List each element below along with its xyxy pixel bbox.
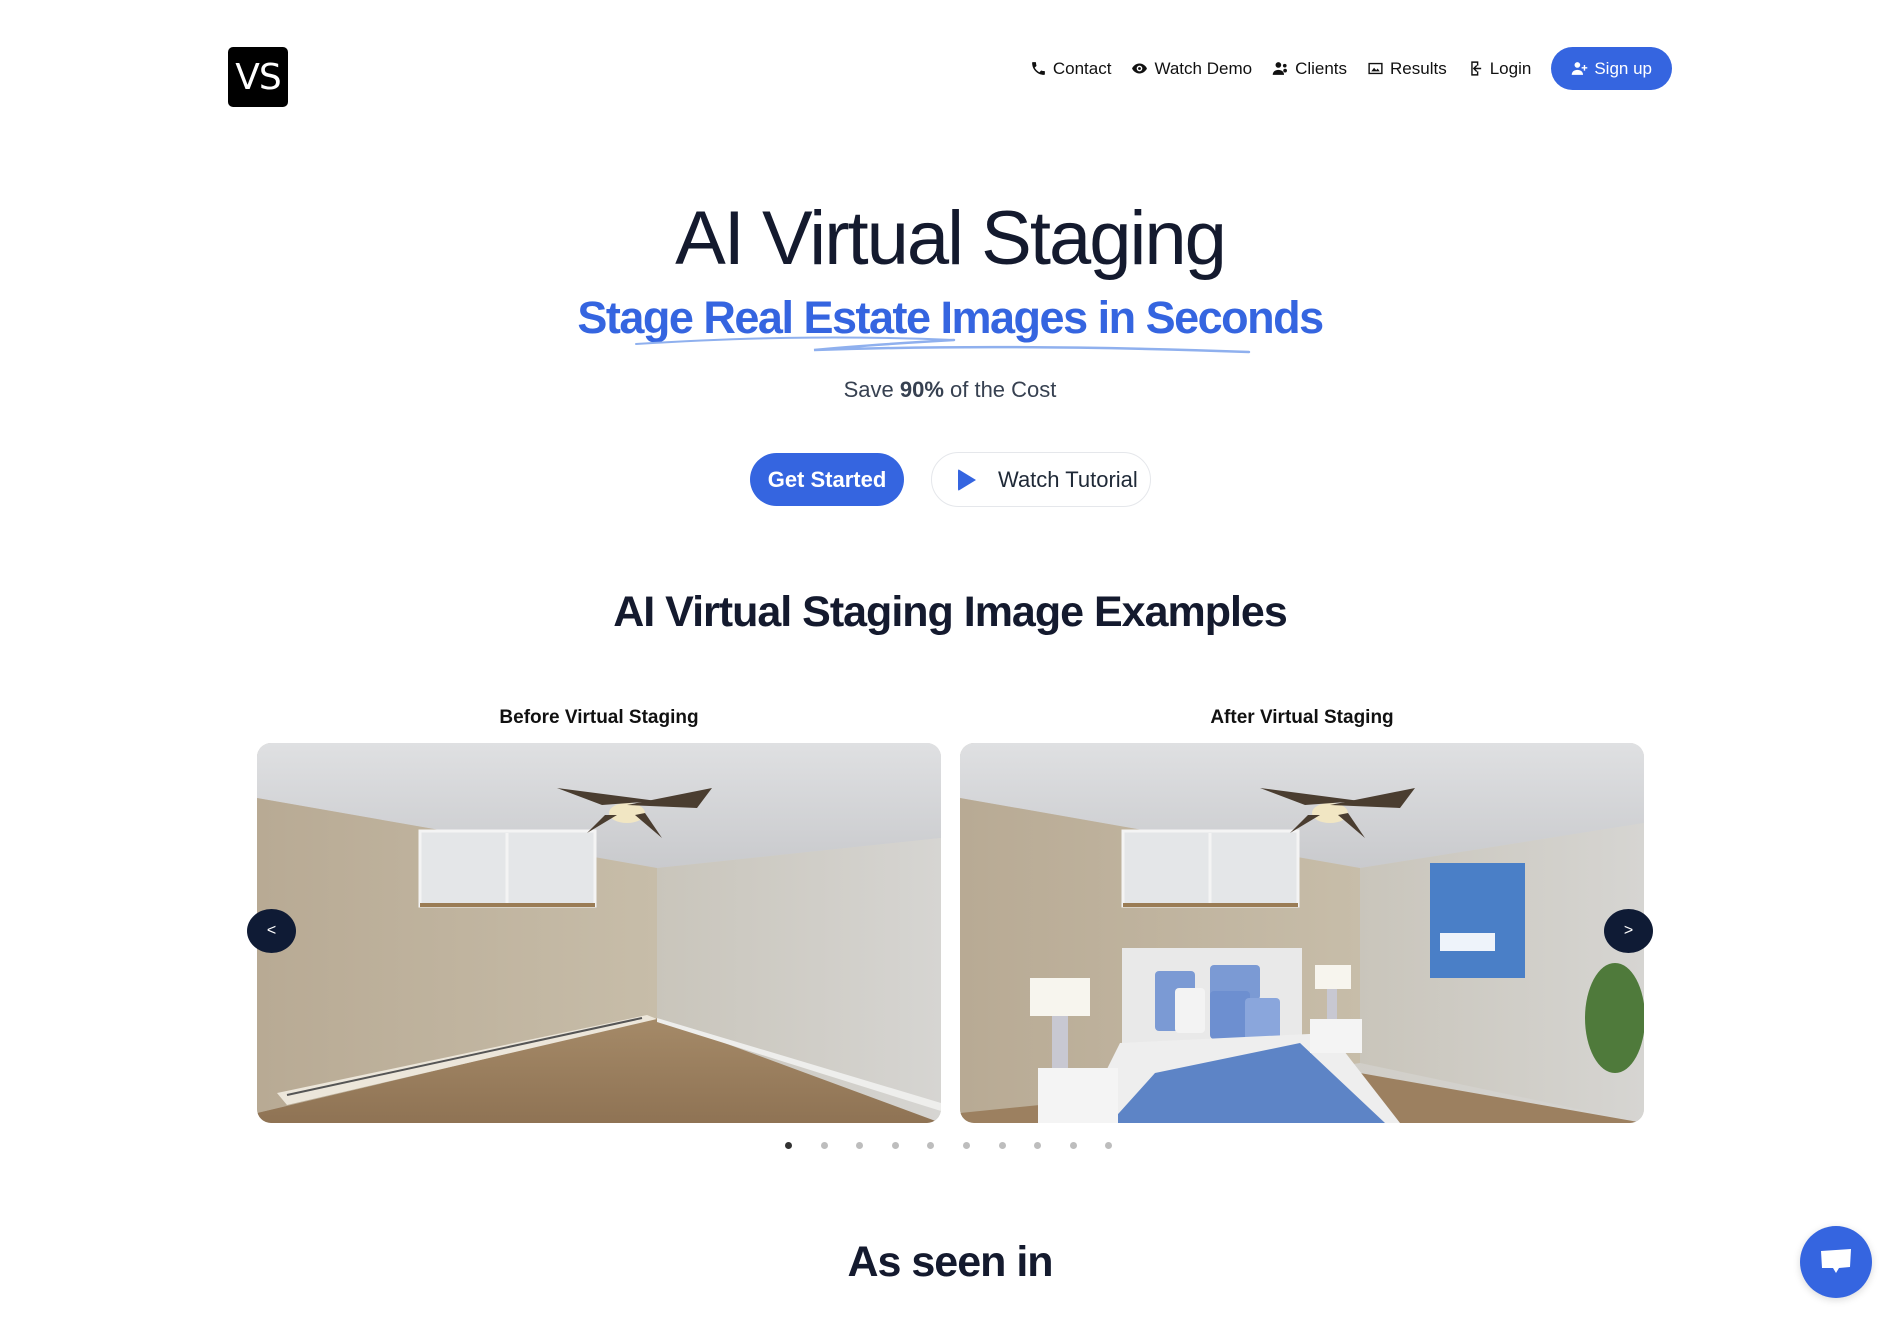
- examples-title: AI Virtual Staging Image Examples: [613, 588, 1288, 636]
- before-image: [257, 743, 941, 1123]
- image-icon: [1368, 62, 1383, 75]
- before-label: Before Virtual Staging: [499, 707, 699, 728]
- subtitle-underline-decoration: [635, 336, 1251, 354]
- nav-watch-demo[interactable]: Watch Demo: [1131, 59, 1252, 79]
- logo[interactable]: VS: [228, 47, 288, 107]
- carousel-pagination: [785, 1142, 1141, 1149]
- carousel-dot[interactable]: [998, 1142, 1006, 1149]
- staged-room-illustration: [960, 743, 1644, 1123]
- carousel-dot[interactable]: [820, 1142, 828, 1149]
- get-started-button[interactable]: Get Started: [750, 453, 904, 506]
- nav-clients-label: Clients: [1295, 58, 1348, 78]
- carousel-next-button[interactable]: >: [1604, 909, 1653, 953]
- carousel-dot[interactable]: [856, 1142, 864, 1149]
- carousel-dot[interactable]: [1105, 1142, 1113, 1149]
- nav-login-label: Login: [1489, 58, 1532, 78]
- chat-bubble-icon: [1821, 1249, 1851, 1273]
- nav-login[interactable]: Login: [1467, 58, 1532, 79]
- nav-contact-label: Contact: [1052, 58, 1112, 78]
- chat-widget-button[interactable]: [1800, 1226, 1872, 1298]
- nav-watch-demo-label: Watch Demo: [1154, 58, 1253, 78]
- signup-button[interactable]: Sign up: [1551, 47, 1672, 90]
- carousel-dot[interactable]: [785, 1142, 792, 1149]
- nav-results-label: Results: [1390, 58, 1447, 78]
- as-seen-in-title: As seen in: [847, 1238, 1053, 1286]
- carousel-dot[interactable]: [891, 1142, 899, 1149]
- watch-tutorial-label: Watch Tutorial: [998, 466, 1138, 492]
- save-percent: 90%: [899, 377, 944, 402]
- user-plus-icon: [1572, 62, 1588, 75]
- play-icon: [958, 468, 976, 491]
- carousel-dot[interactable]: [962, 1142, 970, 1149]
- eye-icon: [1132, 63, 1148, 74]
- nav-results[interactable]: Results: [1367, 59, 1447, 79]
- carousel-dot[interactable]: [1069, 1142, 1077, 1149]
- save-prefix: Save: [843, 377, 900, 402]
- top-nav: Contact Watch Demo Clients Results Login…: [1010, 47, 1672, 90]
- signup-label: Sign up: [1594, 58, 1652, 78]
- save-suffix: of the Cost: [943, 377, 1057, 402]
- after-label: After Virtual Staging: [1210, 707, 1394, 728]
- carousel-dot[interactable]: [1034, 1142, 1042, 1149]
- phone-icon: [1031, 62, 1045, 75]
- nav-clients[interactable]: Clients: [1272, 59, 1347, 79]
- users-icon: [1272, 62, 1288, 75]
- nav-contact[interactable]: Contact: [1030, 58, 1112, 79]
- save-cost-text: Save 90% of the Cost: [0, 377, 1900, 403]
- watch-tutorial-button[interactable]: Watch Tutorial: [931, 452, 1151, 507]
- carousel-prev-button[interactable]: <: [247, 909, 296, 953]
- empty-room-illustration: [257, 743, 941, 1123]
- after-image: [960, 743, 1644, 1123]
- hero-title: AI Virtual Staging: [675, 196, 1227, 281]
- login-icon: [1470, 61, 1481, 76]
- carousel-dot[interactable]: [927, 1142, 935, 1149]
